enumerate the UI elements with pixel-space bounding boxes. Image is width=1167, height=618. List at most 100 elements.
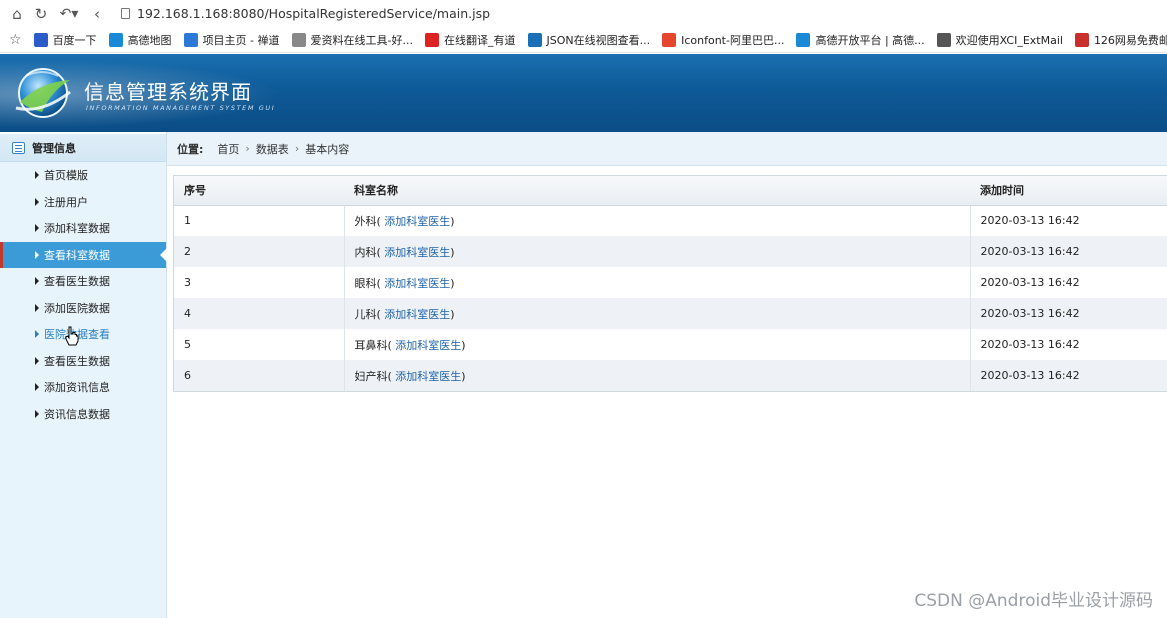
sidebar-item[interactable]: 查看医生数据 — [0, 268, 166, 295]
mail-icon — [936, 32, 951, 47]
bookmark-item[interactable]: 欢迎使用XCI_ExtMail — [936, 32, 1063, 48]
bookmark-item[interactable]: 126网易免费邮--你... — [1074, 32, 1167, 48]
bookmark-item[interactable]: 高德开放平台 | 高德... — [796, 32, 925, 48]
bookmark-item[interactable]: 百度一下 — [33, 32, 97, 48]
cell-dept-name: 耳鼻科( 添加科室医生) — [344, 329, 971, 360]
department-table: 序号 科室名称 添加时间 1 外科( 添加科室医生) 2020-03-13 16:4… — [173, 175, 1167, 392]
bookmark-item[interactable]: 在线翻译_有道 — [425, 32, 516, 48]
bookmark-label: 高德地图 — [127, 33, 172, 47]
baidu-icon — [33, 32, 48, 47]
triangle-right-icon — [35, 224, 39, 233]
sidebar-item[interactable]: 查看科室数据 — [0, 241, 167, 268]
youdao-icon — [425, 32, 439, 47]
bookmark-item[interactable]: 项目主页 - 禅道 — [183, 32, 280, 48]
add-doctor-link[interactable]: 添加科室医生 — [395, 339, 461, 352]
sidebar-heading[interactable]: 管理信息 — [0, 132, 166, 162]
undo-icon[interactable]: ↶▾ — [55, 4, 83, 24]
amap-icon — [108, 32, 123, 47]
iconfont-icon — [662, 32, 677, 47]
column-header-dept-name: 科室名称 — [344, 176, 970, 206]
chevron-right-icon: › — [245, 142, 250, 155]
cell-dept-name: 儿科( 添加科室医生) — [344, 298, 971, 329]
tool-icon — [291, 32, 306, 47]
add-doctor-link[interactable]: 添加科室医生 — [384, 246, 450, 259]
chevron-right-icon: › — [294, 142, 300, 155]
cell-index: 5 — [174, 329, 345, 360]
back-icon[interactable]: ‹ — [87, 4, 107, 24]
add-doctor-link[interactable]: 添加科室医生 — [384, 215, 450, 228]
url-field[interactable]: 192.168.1.168:8080/HospitalRegisteredSer… — [121, 6, 490, 21]
app-subtitle: INFORMATION MANAGEMENT SYSTEM GUI — [86, 104, 276, 112]
bookmark-label: JSON在线视图查看... — [546, 33, 651, 47]
refresh-icon[interactable]: ↻ — [31, 4, 51, 24]
sidebar-item[interactable]: 医院数据查看 — [0, 321, 166, 348]
cell-added-time: 2020-03-13 16:42 — [970, 329, 1167, 360]
bookmark-item[interactable]: Iconfont-阿里巴巴... — [662, 32, 784, 48]
bookmark-item[interactable]: 高德地图 — [108, 32, 172, 48]
bookmarks-bar: ☆ 百度一下 高德地图 项目主页 - 禅道 爱资料在线工具-好... 在线翻译_有道 JS… — [0, 27, 1167, 53]
add-doctor-link[interactable]: 添加科室医生 — [395, 370, 461, 383]
triangle-right-icon — [35, 383, 39, 392]
sidebar-item-label: 添加资讯信息 — [44, 381, 110, 395]
cell-dept-name: 妇产科( 添加科室医生) — [344, 360, 971, 391]
app-title: 信息管理系统界面 — [84, 80, 252, 104]
bookmark-label: 爱资料在线工具-好... — [310, 33, 413, 47]
page-icon — [121, 8, 130, 19]
dept-name: 儿科 — [354, 307, 377, 321]
sidebar-item[interactable]: 添加资讯信息 — [0, 374, 166, 401]
triangle-right-icon — [35, 250, 39, 259]
table-row: 5 耳鼻科( 添加科室医生) 2020-03-13 16:42 — [174, 329, 1167, 360]
sidebar: 管理信息 首页模版 注册用户 添加科室数据 查看科室数据 查看医生数据 添加医院数据 医院数… — [0, 132, 167, 618]
add-doctor-link[interactable]: 添加科室医生 — [384, 308, 450, 321]
sidebar-item[interactable]: 查看医生数据 — [0, 348, 166, 375]
sidebar-item[interactable]: 添加科室数据 — [0, 215, 166, 242]
home-icon[interactable]: ⌂ — [7, 4, 27, 24]
triangle-right-icon — [35, 330, 39, 339]
breadcrumb-item-home[interactable]: 首页 — [217, 141, 239, 157]
globe-logo-icon — [15, 68, 71, 118]
sidebar-item[interactable]: 资讯信息数据 — [0, 401, 166, 428]
bookmark-label: 欢迎使用XCI_ExtMail — [955, 33, 1063, 47]
breadcrumb-item-datatable[interactable]: 数据表 — [256, 141, 289, 157]
table-header-row: 序号 科室名称 添加时间 — [174, 176, 1167, 206]
cell-added-time: 2020-03-13 16:42 — [970, 298, 1167, 329]
sidebar-item-label: 首页模版 — [44, 169, 88, 183]
dept-name: 内科 — [354, 245, 377, 259]
table-row: 4 儿科( 添加科室医生) 2020-03-13 16:42 — [174, 298, 1167, 329]
triangle-right-icon — [35, 356, 39, 365]
bookmark-item[interactable]: JSON在线视图查看... — [527, 32, 651, 48]
browser-address-bar: ⌂ ↻ ↶▾ ‹ 192.168.1.168:8080/HospitalRegi… — [0, 0, 1167, 27]
bookmark-item[interactable]: 爱资料在线工具-好... — [291, 32, 413, 48]
cell-added-time: 2020-03-13 16:42 — [970, 267, 1167, 298]
column-header-added-time: 添加时间 — [970, 176, 1167, 206]
url-text[interactable]: 192.168.1.168:8080/HospitalRegisteredSer… — [137, 6, 490, 21]
triangle-right-icon — [35, 171, 39, 180]
cell-index: 2 — [174, 236, 345, 267]
table-row: 6 妇产科( 添加科室医生) 2020-03-13 16:42 — [174, 360, 1167, 391]
star-icon[interactable]: ☆ — [9, 32, 22, 48]
sidebar-item[interactable]: 注册用户 — [0, 189, 166, 216]
sidebar-item[interactable]: 添加医院数据 — [0, 295, 166, 322]
sidebar-item-label: 注册用户 — [44, 195, 88, 209]
sidebar-menu: 首页模版 注册用户 添加科室数据 查看科室数据 查看医生数据 添加医院数据 医院数据查看 查看… — [0, 162, 167, 428]
list-icon — [12, 141, 25, 154]
amap-open-icon — [796, 32, 811, 47]
breadcrumb-item-basic: 基本内容 — [305, 142, 350, 156]
breadcrumb-title: 位置: — [177, 142, 204, 156]
bookmark-label: 高德开放平台 | 高德... — [815, 33, 925, 47]
sidebar-item-label: 添加科室数据 — [44, 222, 110, 236]
sidebar-item-label: 查看医生数据 — [44, 354, 110, 368]
table-row: 2 内科( 添加科室医生) 2020-03-13 16:42 — [174, 236, 1167, 267]
sidebar-item-label: 查看科室数据 — [44, 248, 110, 262]
bookmark-label: 126网易免费邮--你... — [1093, 33, 1167, 47]
column-header-index: 序号 — [174, 176, 344, 206]
triangle-right-icon — [35, 197, 39, 206]
sidebar-item[interactable]: 首页模版 — [0, 162, 166, 189]
add-doctor-link[interactable]: 添加科室医生 — [384, 277, 450, 290]
sidebar-item-label: 医院数据查看 — [44, 328, 110, 342]
bookmark-label: 项目主页 - 禅道 — [202, 33, 280, 47]
breadcrumb: 位置: 首页 › 数据表 › 基本内容 — [167, 132, 1167, 166]
sidebar-item-label: 查看医生数据 — [44, 275, 110, 289]
cell-index: 3 — [174, 267, 345, 298]
dept-name: 眼科 — [354, 276, 377, 290]
